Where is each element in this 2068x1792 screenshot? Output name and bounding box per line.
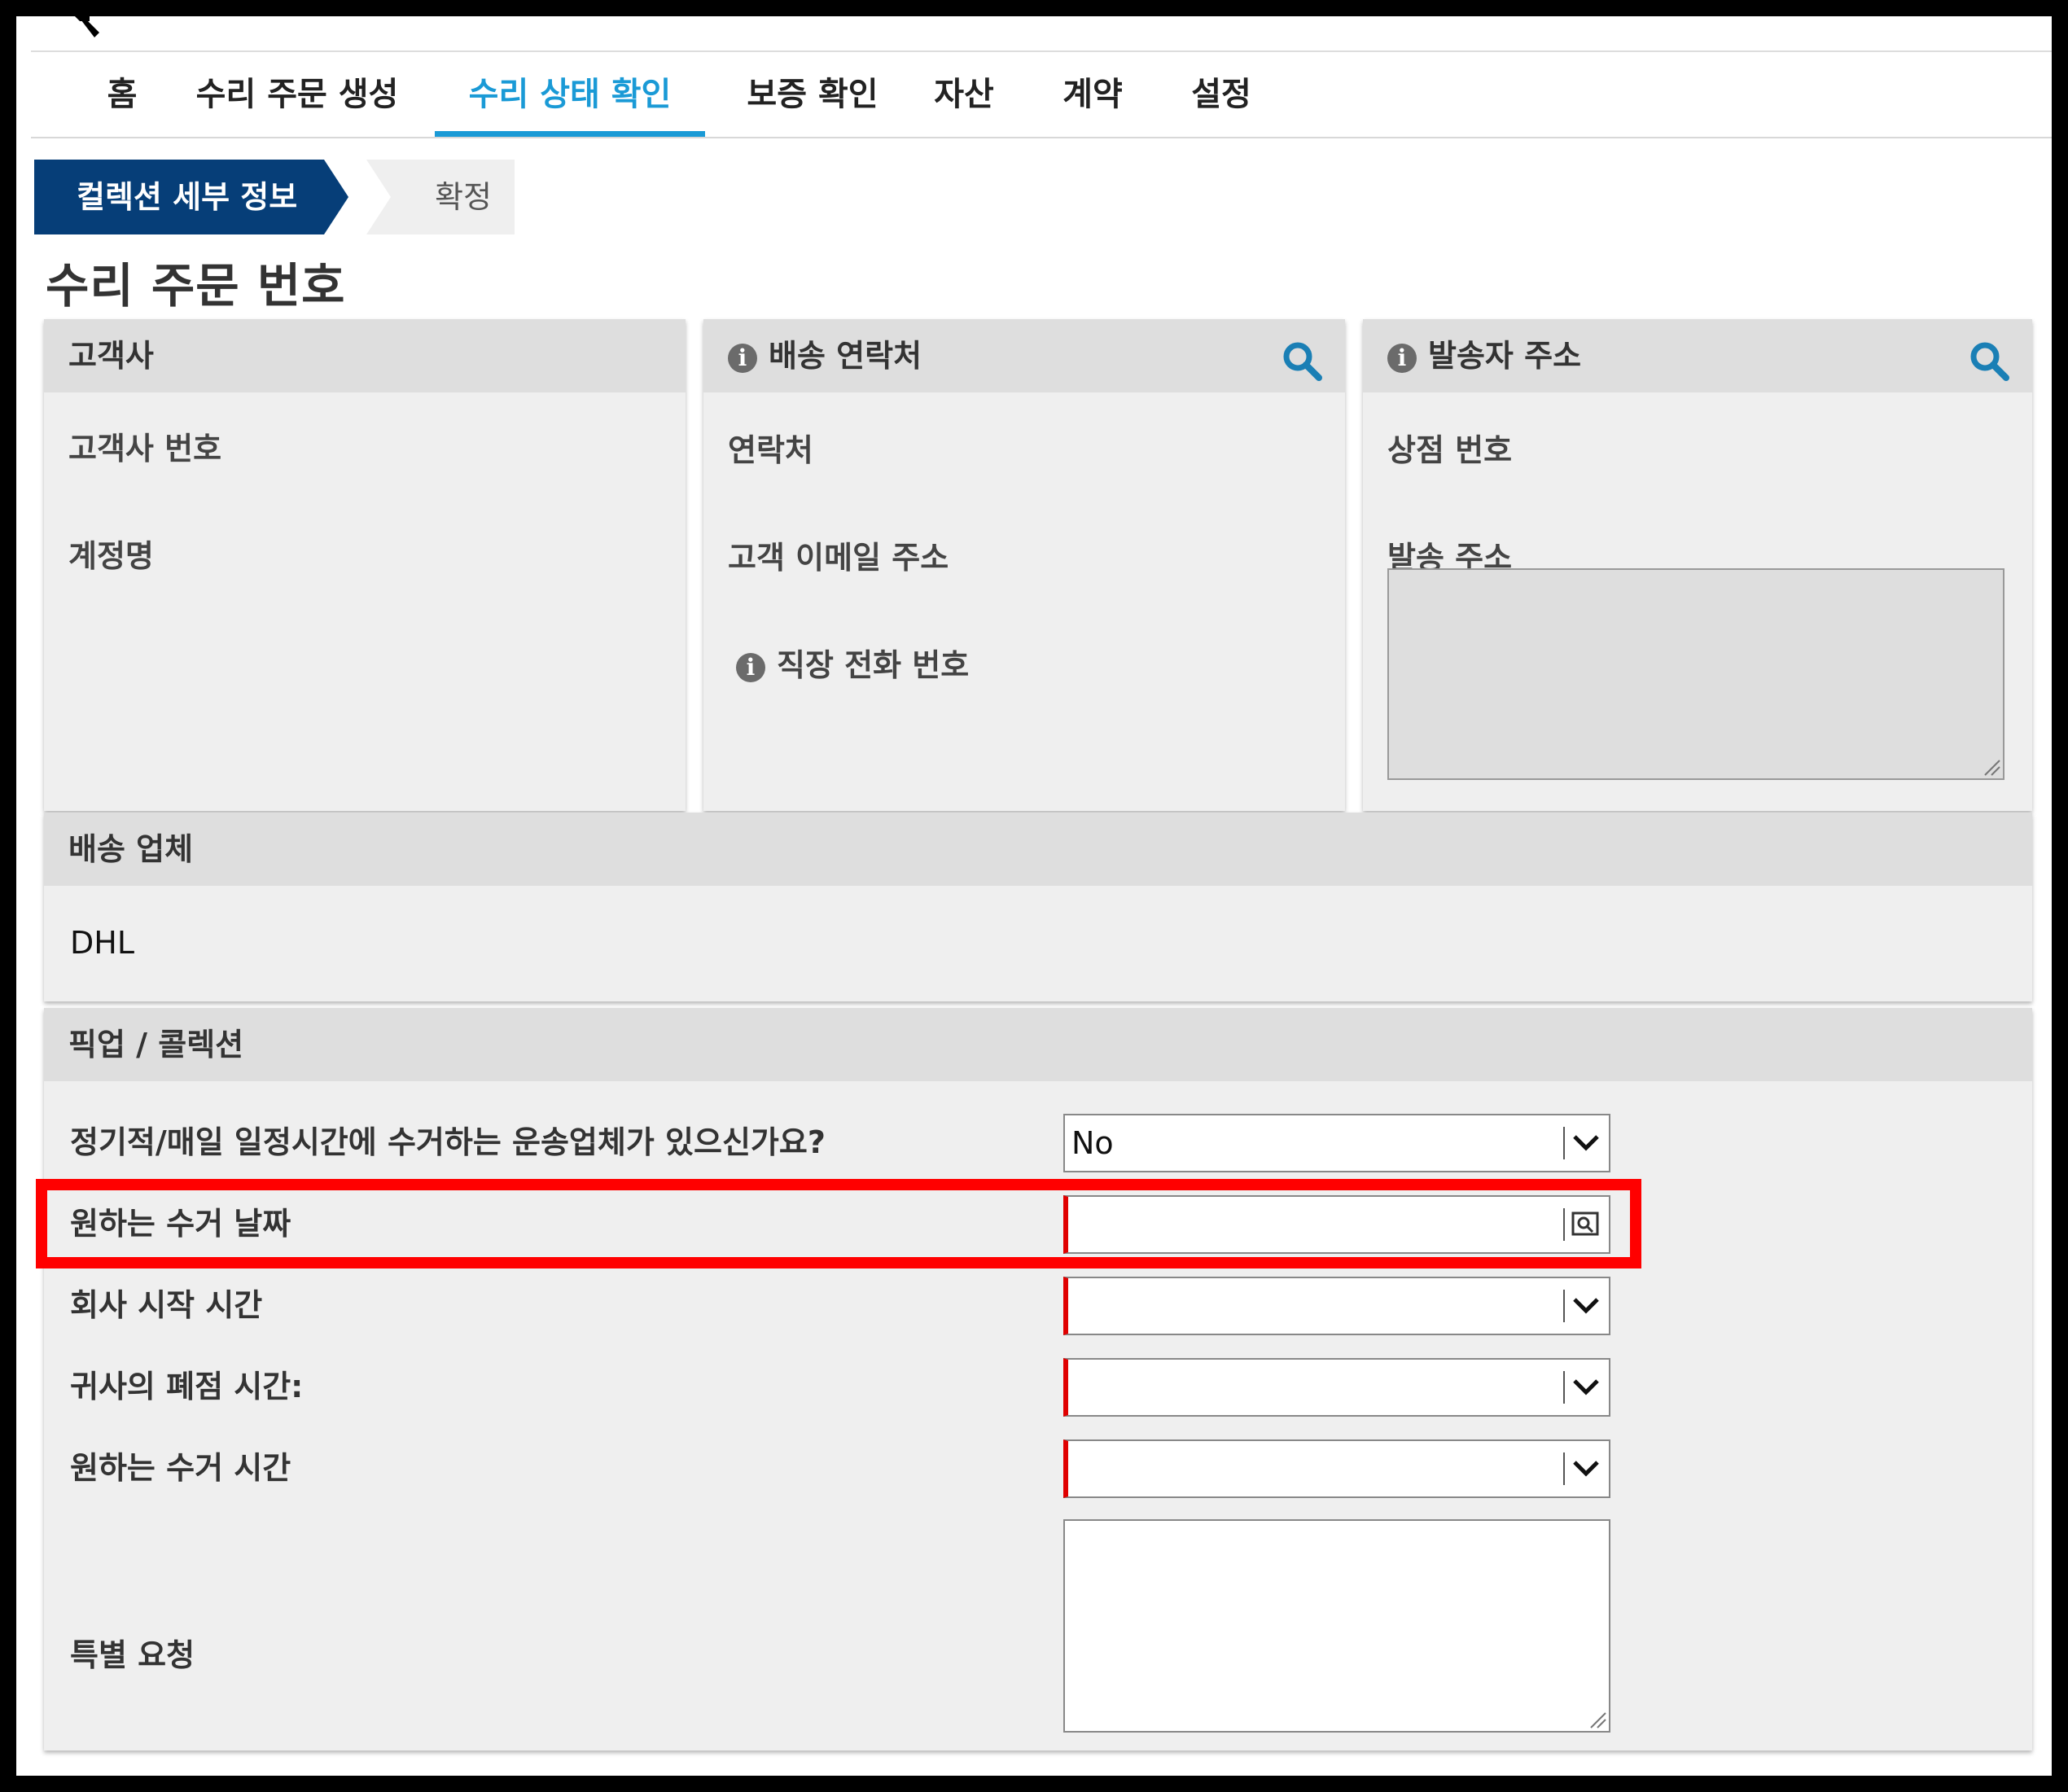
search-icon[interactable] bbox=[1282, 340, 1322, 381]
tab-create-repair-order[interactable]: 수리 주문 생성 bbox=[187, 52, 407, 137]
company-open-select[interactable] bbox=[1063, 1277, 1610, 1335]
shipping-contact-title: 배송 연락처 bbox=[769, 338, 922, 374]
calendar-icon[interactable] bbox=[1571, 1210, 1599, 1238]
company-close-label: 귀사의 폐점 시간: bbox=[70, 1369, 304, 1404]
sender-address-header: i 발송자 주소 bbox=[1363, 319, 2032, 392]
select-separator bbox=[1563, 1290, 1565, 1322]
scheduled-pickup-value: No bbox=[1071, 1125, 1114, 1161]
customer-panel: 고객사 고객사 번호 계정명 bbox=[44, 319, 686, 811]
preferred-date-label: 원하는 수거 날짜 bbox=[70, 1206, 291, 1242]
preferred-time-label: 원하는 수거 시간 bbox=[70, 1450, 291, 1486]
store-number-label: 상점 번호 bbox=[1387, 432, 1513, 468]
tab-assets[interactable]: 자산 bbox=[923, 52, 1005, 137]
chevron-down-icon[interactable] bbox=[1571, 1127, 1601, 1159]
page-title: 수리 주문 번호 bbox=[46, 258, 346, 313]
select-separator bbox=[1563, 1371, 1565, 1404]
back-arrow-icon[interactable] bbox=[54, 16, 103, 49]
preferred-date-input[interactable] bbox=[1063, 1195, 1610, 1254]
info-icon[interactable]: i bbox=[736, 652, 765, 682]
customer-number-label: 고객사 번호 bbox=[68, 431, 222, 467]
tab-contracts[interactable]: 계약 bbox=[1052, 52, 1133, 137]
input-separator bbox=[1563, 1208, 1565, 1241]
customer-panel-title: 고객사 bbox=[44, 319, 686, 392]
sender-address-panel: i 발송자 주소 상점 번호 발송 주소 bbox=[1363, 319, 2032, 811]
company-close-select[interactable] bbox=[1063, 1358, 1610, 1417]
pickup-panel: 픽업 / 콜렉션 정기적/매일 일정시간에 수거하는 운송업체가 있으신가요? … bbox=[44, 1008, 2032, 1750]
info-icon[interactable]: i bbox=[728, 343, 757, 373]
step-current: 컬렉션 세부 정보 bbox=[34, 160, 324, 234]
special-request-label: 특별 요청 bbox=[70, 1637, 195, 1673]
tab-warranty-check[interactable]: 보증 확인 bbox=[731, 52, 894, 137]
chevron-down-icon[interactable] bbox=[1571, 1290, 1601, 1322]
info-icon[interactable]: i bbox=[1387, 343, 1417, 373]
customer-email-label: 고객 이메일 주소 bbox=[728, 540, 949, 576]
scheduled-pickup-select[interactable]: No bbox=[1063, 1114, 1610, 1172]
account-name-label: 계정명 bbox=[68, 538, 154, 574]
company-open-label: 회사 시작 시간 bbox=[70, 1287, 263, 1323]
resize-grip-icon[interactable] bbox=[1982, 757, 2001, 777]
scheduled-pickup-label: 정기적/매일 일정시간에 수거하는 운송업체가 있으신가요? bbox=[70, 1124, 826, 1160]
select-separator bbox=[1563, 1127, 1565, 1159]
app-window: 홈 수리 주문 생성 수리 상태 확인 보증 확인 자산 계약 설정 컬렉션 세… bbox=[16, 16, 2052, 1776]
shipping-address-textarea[interactable] bbox=[1387, 568, 2004, 780]
select-separator bbox=[1563, 1452, 1565, 1485]
step-next-notch bbox=[366, 160, 391, 234]
search-icon[interactable] bbox=[1969, 340, 2009, 381]
shipping-contact-header: i 배송 연락처 bbox=[703, 319, 1345, 392]
pickup-panel-title: 픽업 / 콜렉션 bbox=[44, 1008, 2032, 1081]
main-nav: 홈 수리 주문 생성 수리 상태 확인 보증 확인 자산 계약 설정 bbox=[31, 52, 2052, 138]
carrier-value: DHL bbox=[70, 925, 135, 961]
step-current-arrow bbox=[324, 160, 348, 234]
tab-settings[interactable]: 설정 bbox=[1181, 52, 1262, 137]
chevron-down-icon[interactable] bbox=[1571, 1371, 1601, 1404]
resize-grip-icon[interactable] bbox=[1588, 1710, 1607, 1729]
tab-home[interactable]: 홈 bbox=[90, 52, 155, 137]
special-request-textarea[interactable] bbox=[1063, 1519, 1610, 1733]
work-phone-label-wrap: i 직장 전화 번호 bbox=[736, 640, 969, 685]
tab-repair-status[interactable]: 수리 상태 확인 bbox=[435, 52, 705, 137]
sender-address-title: 발송자 주소 bbox=[1428, 338, 1582, 374]
contact-label: 연락처 bbox=[728, 432, 813, 468]
preferred-time-select[interactable] bbox=[1063, 1439, 1610, 1498]
carrier-panel-title: 배송 업체 bbox=[44, 813, 2032, 886]
chevron-down-icon[interactable] bbox=[1571, 1452, 1601, 1485]
carrier-panel: 배송 업체 DHL bbox=[44, 813, 2032, 1001]
shipping-contact-panel: i 배송 연락처 연락처 고객 이메일 주소 i 직장 전화 번호 bbox=[703, 319, 1345, 811]
work-phone-label: 직장 전화 번호 bbox=[777, 647, 970, 683]
